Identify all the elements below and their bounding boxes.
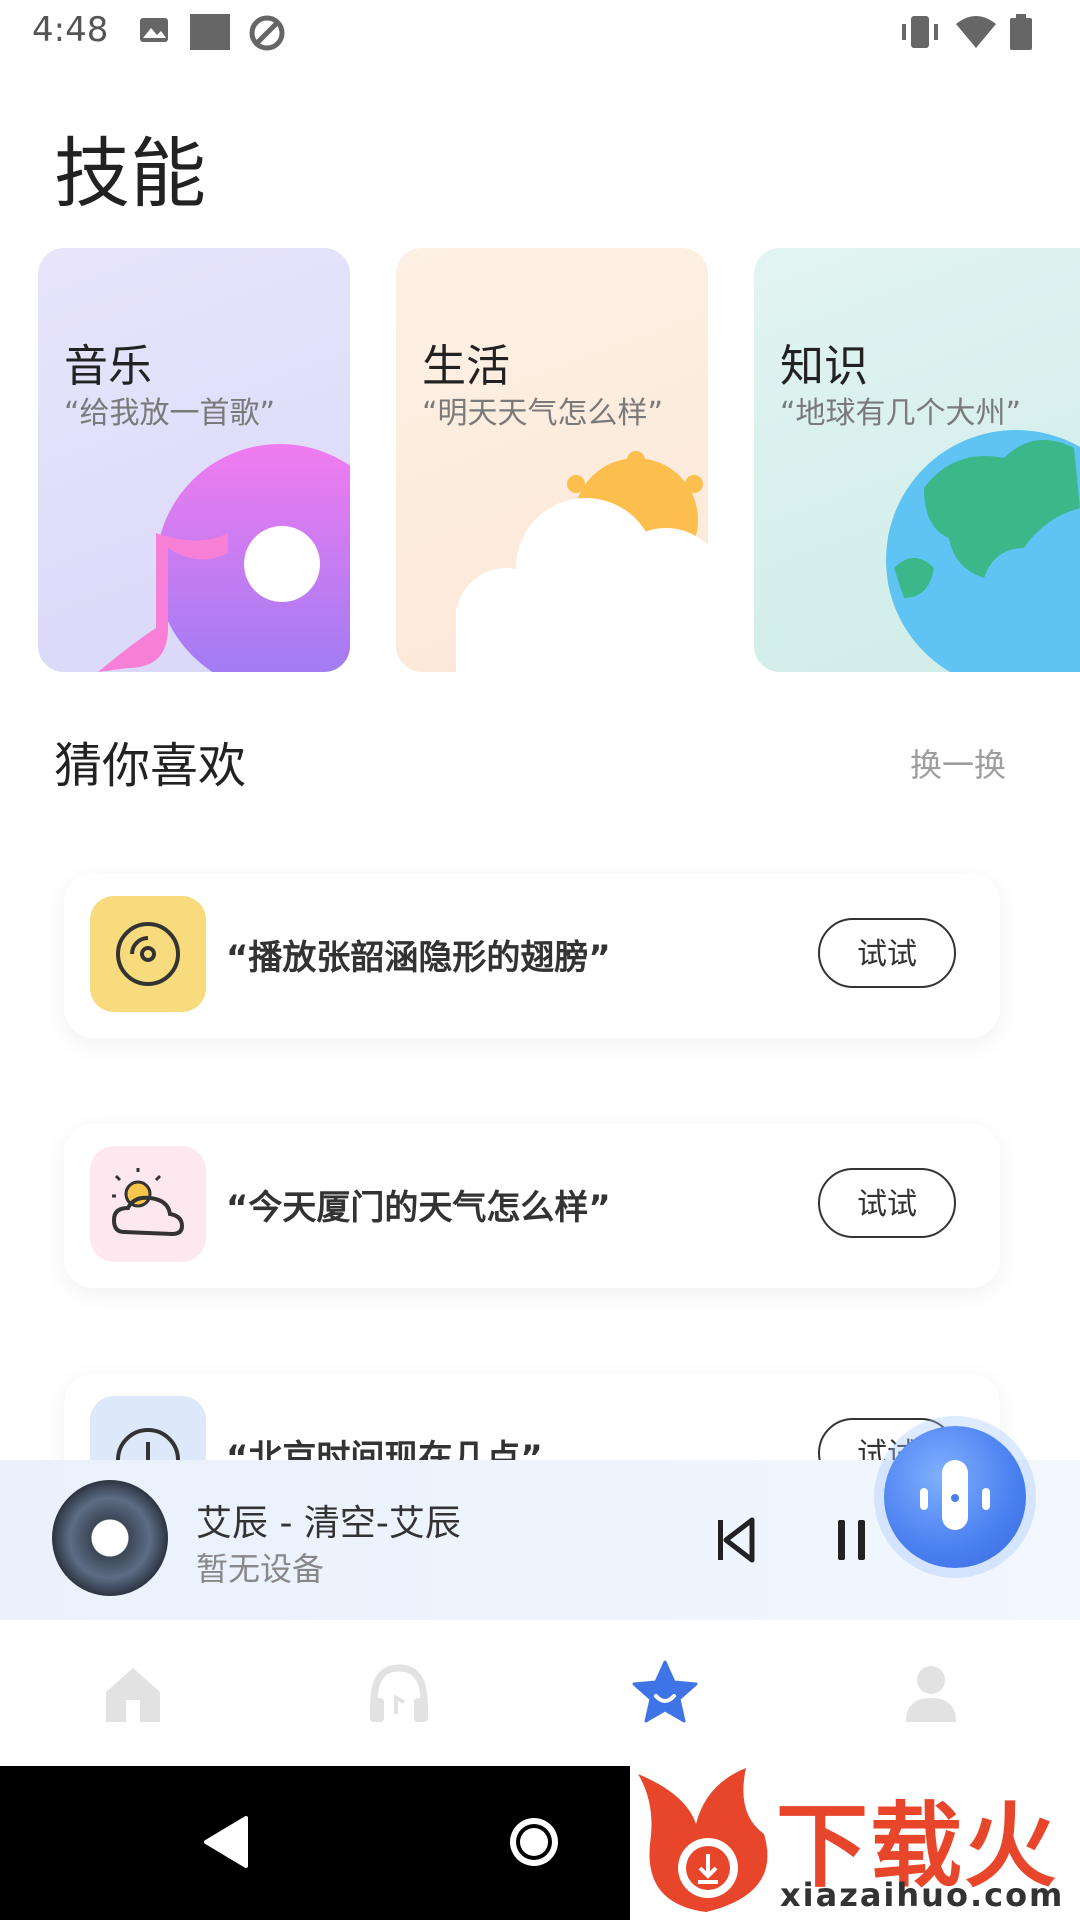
headphones-icon[interactable] bbox=[364, 1658, 434, 1728]
album-art[interactable] bbox=[52, 1480, 168, 1596]
sync-icon bbox=[249, 15, 285, 51]
disc-icon bbox=[90, 896, 206, 1012]
microphone-icon bbox=[920, 1460, 990, 1530]
page-title: 技能 bbox=[54, 129, 206, 218]
list-item[interactable]: “今天厦门的天气怎么样” 试试 bbox=[64, 1124, 1000, 1288]
skill-card-knowledge[interactable]: 知识 “地球有几个大州” bbox=[754, 248, 1080, 672]
skill-title: 生活 bbox=[422, 341, 510, 392]
skill-card-life[interactable]: 生活 “明天天气怎么样” bbox=[396, 248, 708, 672]
skill-title: 知识 bbox=[780, 341, 868, 392]
globe-icon bbox=[886, 430, 1080, 672]
try-button[interactable]: 试试 bbox=[818, 1168, 956, 1238]
star-icon[interactable] bbox=[630, 1658, 700, 1728]
skill-title: 音乐 bbox=[64, 341, 152, 392]
back-icon[interactable] bbox=[200, 1814, 250, 1870]
skill-card-music[interactable]: 音乐 “给我放一首歌” bbox=[38, 248, 350, 672]
voice-button[interactable] bbox=[884, 1426, 1026, 1568]
vibrate-icon bbox=[902, 16, 938, 48]
home-icon[interactable] bbox=[98, 1658, 168, 1728]
wifi-icon bbox=[956, 16, 996, 48]
status-time: 4:48 bbox=[32, 10, 109, 50]
recommend-text: “播放张韶涵隐形的翅膀” bbox=[226, 938, 611, 978]
square-icon bbox=[190, 14, 230, 50]
image-icon bbox=[140, 18, 168, 42]
battery-icon bbox=[1010, 14, 1032, 50]
skill-example: “明天天气怎么样” bbox=[422, 396, 664, 431]
device-status: 暂无设备 bbox=[196, 1550, 325, 1588]
recommend-text: “今天厦门的天气怎么样” bbox=[226, 1188, 611, 1228]
home-nav-icon[interactable] bbox=[504, 1812, 564, 1872]
watermark-url: xiazaihuo.com bbox=[780, 1876, 1065, 1914]
previous-icon[interactable] bbox=[714, 1516, 758, 1564]
flame-logo-icon bbox=[638, 1768, 768, 1912]
bottom-tab-bar bbox=[0, 1620, 1080, 1766]
profile-icon[interactable] bbox=[896, 1658, 966, 1728]
status-bar: 4:48 bbox=[0, 0, 1080, 64]
section-title: 猜你喜欢 bbox=[54, 738, 247, 794]
music-disc-icon bbox=[98, 444, 350, 672]
weather-icon bbox=[90, 1146, 206, 1262]
refresh-button[interactable]: 换一换 bbox=[910, 740, 1006, 786]
song-title: 艾辰 - 清空-艾辰 bbox=[196, 1503, 461, 1544]
try-button[interactable]: 试试 bbox=[818, 918, 956, 988]
sun-cloud-icon bbox=[456, 451, 708, 672]
list-item[interactable]: “播放张韶涵隐形的翅膀” 试试 bbox=[64, 874, 1000, 1038]
skill-example: “地球有几个大州” bbox=[780, 396, 1022, 431]
skill-example: “给我放一首歌” bbox=[64, 396, 276, 431]
watermark: 下载火 xiazaihuo.com bbox=[630, 1758, 1080, 1920]
pause-icon[interactable] bbox=[834, 1516, 870, 1564]
